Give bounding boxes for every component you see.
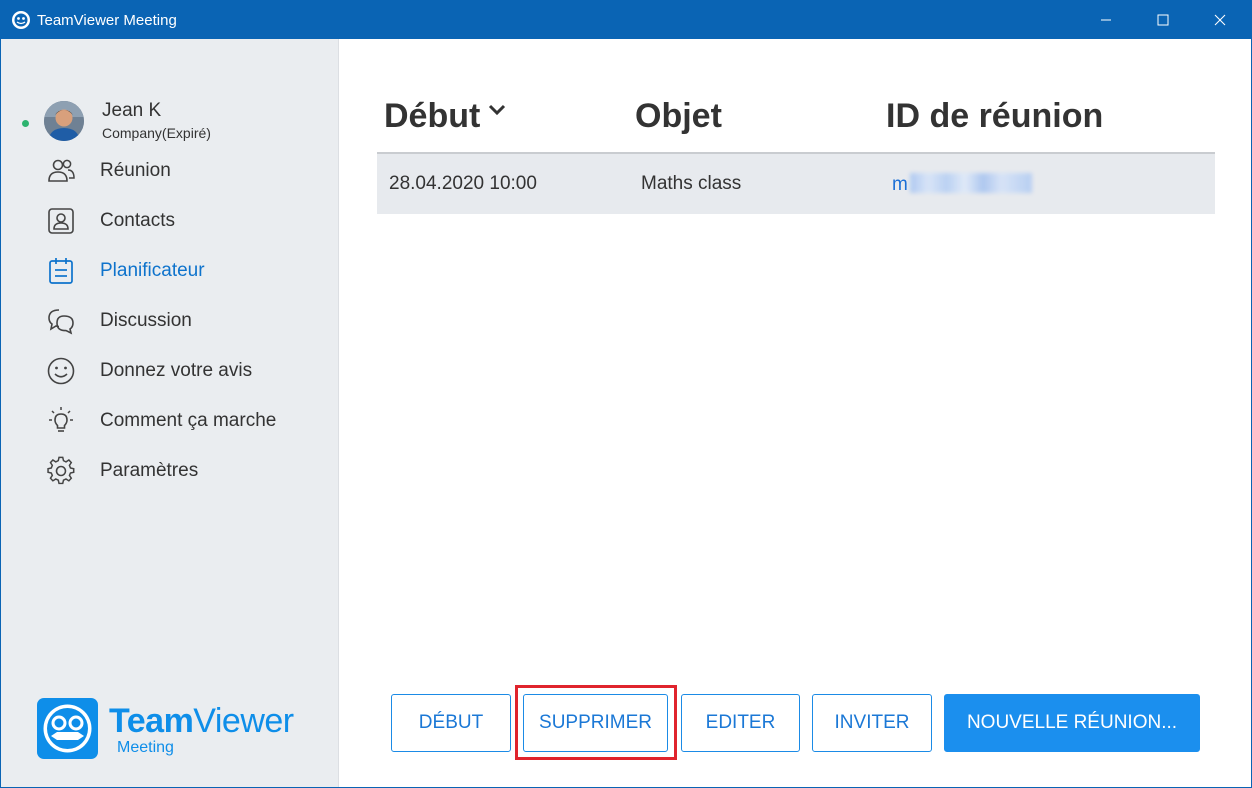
sidebar-item-contacts[interactable]: Contacts	[41, 201, 321, 241]
online-status-indicator	[22, 120, 29, 127]
sidebar-item-label: Comment ça marche	[100, 410, 277, 431]
sidebar-item-label: Paramètres	[100, 460, 199, 481]
column-header-subject[interactable]: Objet	[635, 97, 722, 136]
user-company: Company(Expiré)	[102, 125, 211, 141]
close-button[interactable]	[1197, 1, 1243, 39]
teamviewer-logo-icon	[37, 698, 98, 759]
cell-start: 28.04.2020 10:00	[389, 173, 537, 194]
maximize-button[interactable]	[1140, 1, 1186, 39]
title-bar[interactable]: TeamViewer Meeting	[1, 1, 1251, 39]
minimize-icon	[1101, 19, 1111, 21]
highlight-box	[515, 685, 677, 760]
logo-wordmark-thin: Viewer	[193, 702, 294, 740]
close-icon	[1214, 14, 1226, 26]
sidebar-item-label: Donnez votre avis	[100, 360, 253, 381]
logo-subtitle: Meeting	[117, 739, 174, 756]
redacted-meeting-id	[909, 173, 1032, 193]
column-header-start[interactable]: Début	[384, 97, 480, 136]
minimize-button[interactable]	[1083, 1, 1129, 39]
sidebar-item-label: Planificateur	[100, 260, 205, 281]
new-meeting-button[interactable]: NOUVELLE RÉUNION...	[944, 694, 1200, 752]
logo-wordmark: TeamViewer	[109, 702, 294, 741]
edit-button[interactable]: EDITER	[681, 694, 800, 752]
sidebar-item-discussion[interactable]: Discussion	[41, 301, 321, 341]
chevron-down-icon[interactable]	[488, 103, 506, 121]
avatar[interactable]	[44, 101, 84, 141]
sidebar-item-how-it-works[interactable]: Comment ça marche	[41, 401, 321, 441]
smiley-icon	[41, 351, 81, 391]
contact-card-icon	[41, 201, 81, 241]
start-button[interactable]: DÉBUT	[391, 694, 511, 752]
people-icon	[41, 151, 81, 191]
sidebar-item-label: Contacts	[100, 210, 175, 231]
sidebar-item-planificateur[interactable]: Planificateur	[41, 251, 321, 291]
sidebar-item-label: Discussion	[100, 310, 192, 331]
chat-bubbles-icon	[41, 301, 81, 341]
maximize-icon	[1157, 14, 1169, 26]
meeting-id-prefix: m	[892, 174, 908, 195]
window-title: TeamViewer Meeting	[37, 12, 177, 29]
calendar-icon	[41, 251, 81, 291]
lightbulb-icon	[41, 401, 81, 441]
invite-button[interactable]: INVITER	[812, 694, 932, 752]
logo-wordmark-bold: Team	[109, 702, 194, 740]
sidebar-item-settings[interactable]: Paramètres	[41, 451, 321, 491]
teamviewer-meeting-logo: TeamViewer Meeting	[37, 698, 317, 760]
cell-meeting-id[interactable]: m	[892, 173, 1032, 196]
sidebar-item-feedback[interactable]: Donnez votre avis	[41, 351, 321, 391]
cell-subject: Maths class	[641, 173, 742, 194]
sidebar-item-label: Réunion	[100, 160, 171, 181]
teamviewer-app-icon	[12, 11, 30, 29]
sidebar-item-reunion[interactable]: Réunion	[41, 151, 321, 191]
column-header-meeting-id[interactable]: ID de réunion	[886, 97, 1103, 136]
user-name: Jean K	[102, 100, 162, 121]
app-window: TeamViewer Meeting Jean K Company(Expiré…	[0, 0, 1252, 788]
gear-icon	[41, 451, 81, 491]
